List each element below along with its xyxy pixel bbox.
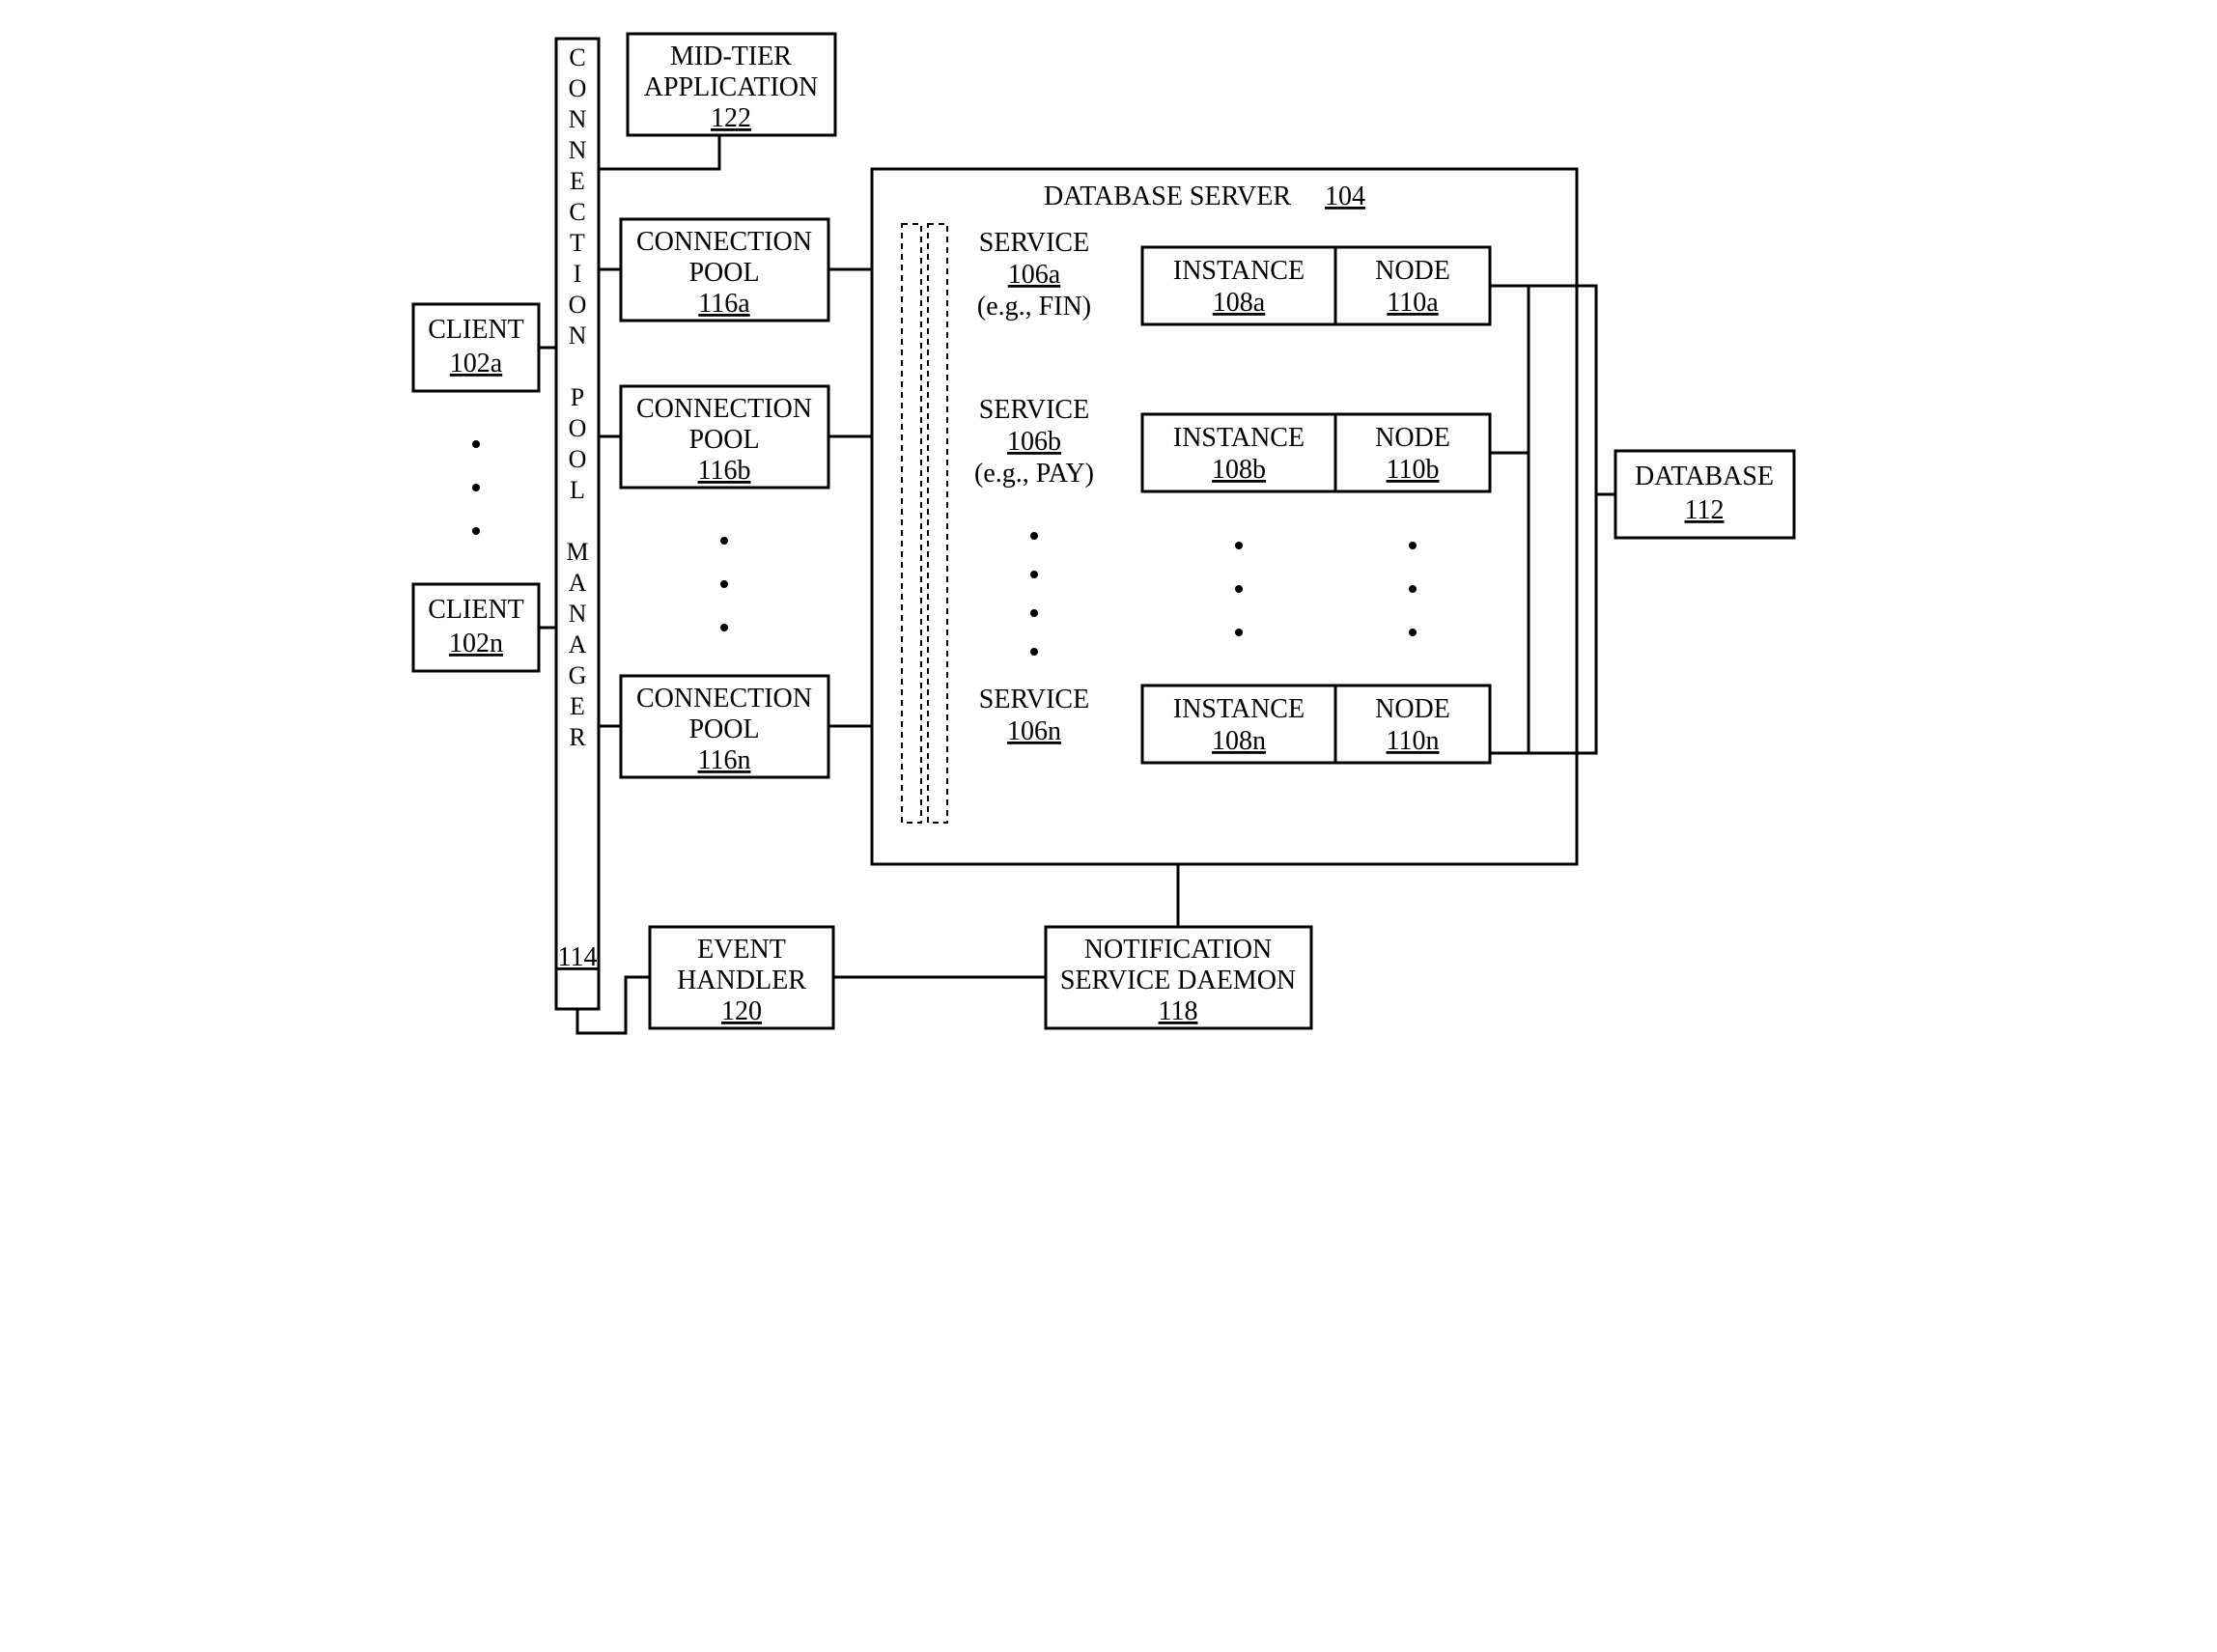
pool-dot — [720, 537, 728, 545]
service-dot — [1030, 609, 1038, 617]
event-handler-l2: HANDLER — [677, 966, 806, 995]
svg-text:M: M — [566, 538, 588, 566]
conn-pool-n-l2: POOL — [688, 714, 759, 744]
svg-text:G: G — [569, 661, 587, 689]
svg-text:A: A — [569, 630, 587, 658]
client-n-label: CLIENT — [428, 595, 524, 625]
svg-text:NODE: NODE — [1375, 256, 1450, 286]
instance-node-row-a: INSTANCE 108a NODE 110a — [1142, 247, 1490, 324]
instance-node-row-b: INSTANCE 108b NODE 110b — [1142, 414, 1490, 491]
conn-pool-n-num: 116n — [698, 745, 751, 775]
instance-dot — [1235, 629, 1243, 636]
conn-pool-a-l2: POOL — [688, 258, 759, 288]
conn-pool-a-l1: CONNECTION — [636, 227, 812, 257]
mid-tier-label1: MID-TIER — [670, 42, 792, 71]
database-num: 112 — [1685, 495, 1725, 525]
svg-text:C: C — [569, 43, 585, 71]
svg-text:O: O — [569, 414, 587, 442]
node-dot — [1409, 542, 1417, 549]
svg-text:DATABASE SERVER: DATABASE SERVER — [1044, 182, 1291, 211]
diagram-root: C O N N E C T I O N P O O L M A N A G E … — [370, 0, 1847, 1101]
clients-dot — [472, 440, 480, 448]
notification-daemon-l2: SERVICE DAEMON — [1060, 966, 1296, 995]
svg-text:E: E — [570, 167, 585, 195]
svg-text:110a: 110a — [1387, 288, 1439, 318]
service-b-num: 106b — [1007, 427, 1061, 457]
svg-text:NODE: NODE — [1375, 423, 1450, 453]
svg-text:INSTANCE: INSTANCE — [1173, 256, 1305, 286]
notification-daemon-num: 118 — [1159, 996, 1198, 1026]
svg-text:P: P — [571, 383, 584, 411]
conn-pool-n-l1: CONNECTION — [636, 684, 812, 714]
pool-dot — [720, 580, 728, 588]
conn-pool-b-num: 116b — [698, 456, 751, 486]
svg-text:A: A — [569, 569, 587, 597]
mid-tier-num: 122 — [711, 103, 751, 133]
event-handler-num: 120 — [721, 996, 762, 1026]
svg-text:I: I — [574, 260, 582, 288]
conn-pool-b-l1: CONNECTION — [636, 394, 812, 424]
mid-tier-label2: APPLICATION — [644, 72, 818, 102]
svg-text:E: E — [570, 692, 585, 720]
svg-text:N: N — [569, 105, 587, 133]
service-a-eg: (e.g., FIN) — [977, 292, 1091, 322]
svg-text:C: C — [569, 198, 585, 226]
pool-dot — [720, 624, 728, 631]
service-dot — [1030, 571, 1038, 578]
service-a-label: SERVICE — [979, 228, 1089, 258]
client-n-num: 102n — [449, 629, 503, 658]
clients-dot — [472, 484, 480, 491]
event-handler-l1: EVENT — [697, 935, 786, 965]
client-a-num: 102a — [450, 349, 503, 378]
svg-text:N: N — [569, 600, 587, 628]
service-n-num: 106n — [1007, 716, 1061, 746]
service-dot — [1030, 648, 1038, 656]
connector-line — [599, 135, 719, 169]
database-label: DATABASE — [1635, 462, 1774, 491]
instance-dot — [1235, 542, 1243, 549]
service-b-eg: (e.g., PAY) — [974, 459, 1094, 489]
svg-text:O: O — [569, 445, 587, 473]
notification-daemon-l1: NOTIFICATION — [1084, 935, 1272, 965]
connection-pool-manager-num: 114 — [558, 942, 598, 972]
svg-text:108b: 108b — [1212, 455, 1266, 485]
service-dot — [1030, 532, 1038, 540]
svg-text:T: T — [570, 229, 585, 257]
clients-dot — [472, 527, 480, 535]
svg-text:N: N — [569, 136, 587, 164]
client-a-label: CLIENT — [428, 315, 524, 345]
instance-node-row-n: INSTANCE 108n NODE 110n — [1142, 686, 1490, 763]
svg-text:INSTANCE: INSTANCE — [1173, 694, 1305, 724]
svg-text:O: O — [569, 74, 587, 102]
node-dot — [1409, 629, 1417, 636]
svg-text:110n: 110n — [1387, 726, 1440, 756]
service-a-num: 106a — [1008, 260, 1061, 290]
service-b-label: SERVICE — [979, 395, 1089, 425]
svg-text:R: R — [569, 723, 586, 751]
node-dot — [1409, 585, 1417, 593]
svg-text:INSTANCE: INSTANCE — [1173, 423, 1305, 453]
svg-text:O: O — [569, 291, 587, 319]
svg-text:NODE: NODE — [1375, 694, 1450, 724]
conn-pool-a-num: 116a — [698, 289, 750, 319]
svg-text:N: N — [569, 322, 587, 350]
svg-text:108n: 108n — [1212, 726, 1266, 756]
svg-text:108a: 108a — [1213, 288, 1266, 318]
conn-pool-b-l2: POOL — [688, 425, 759, 455]
svg-text:L: L — [570, 476, 585, 504]
svg-text:110b: 110b — [1387, 455, 1440, 485]
instance-dot — [1235, 585, 1243, 593]
service-n-label: SERVICE — [979, 685, 1089, 714]
svg-text:104: 104 — [1325, 182, 1365, 211]
